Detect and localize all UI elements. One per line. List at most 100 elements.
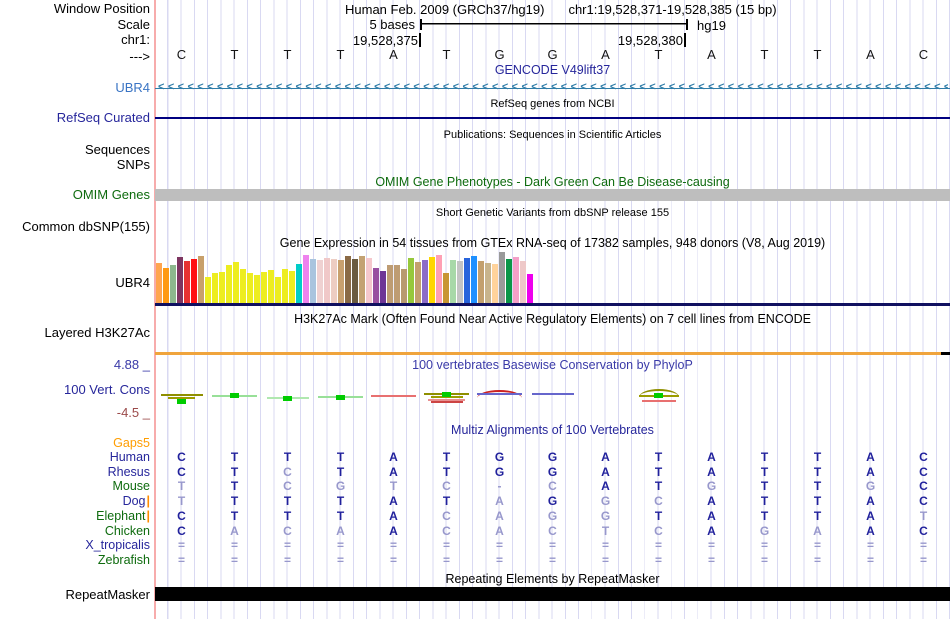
alignment-base[interactable]: C [526,524,579,538]
gtex-tissue-bar[interactable] [295,264,302,303]
alignment-base[interactable]: G [685,479,738,493]
publications-track-title[interactable]: Publications: Sequences in Scientific Ar… [155,129,950,142]
species-label-dog[interactable]: Dog| [0,494,150,508]
alignment-base[interactable]: A [208,524,261,538]
gtex-tissue-bar[interactable] [386,265,393,303]
gtex-tissue-bar[interactable] [519,261,526,303]
alignment-base[interactable]: T [314,494,367,508]
alignment-base[interactable]: A [685,524,738,538]
gtex-tissue-bar[interactable] [372,268,379,303]
gtex-tissue-bar[interactable] [505,259,512,303]
gtex-tissue-bar[interactable] [400,269,407,303]
h3k27ac-signal-line[interactable] [155,352,941,355]
gtex-tissue-bar[interactable] [470,256,477,303]
gtex-tissue-bar[interactable] [204,277,211,303]
alignment-base[interactable]: T [632,450,685,464]
alignment-base[interactable]: T [261,450,314,464]
alignment-base[interactable]: T [738,479,791,493]
conservation-mark[interactable] [532,393,574,395]
conservation-mark[interactable] [230,393,239,398]
alignment-base[interactable]: = [738,553,791,567]
alignment-base[interactable]: A [473,524,526,538]
alignment-base[interactable]: C [155,524,208,538]
alignment-base[interactable]: = [844,553,897,567]
alignment-base[interactable]: G [738,524,791,538]
alignment-base[interactable]: = [844,538,897,552]
alignment-base[interactable]: = [738,538,791,552]
alignment-base[interactable]: C [261,465,314,479]
gtex-tissue-bar[interactable] [526,274,533,303]
alignment-base[interactable]: C [526,479,579,493]
alignment-base[interactable]: C [261,479,314,493]
gtex-tissue-bar[interactable] [484,263,491,303]
alignment-base[interactable]: G [579,509,632,523]
alignment-base[interactable]: T [791,479,844,493]
gtex-track-title[interactable]: Gene Expression in 54 tissues from GTEx … [155,237,950,250]
alignment-base[interactable]: C [261,524,314,538]
alignment-base[interactable]: G [473,450,526,464]
alignment-base[interactable]: = [420,553,473,567]
alignment-base[interactable]: A [844,450,897,464]
alignment-base[interactable]: A [685,465,738,479]
alignment-base[interactable]: C [897,465,950,479]
gtex-tissue-bar[interactable] [281,269,288,303]
gtex-tissue-bar[interactable] [225,265,232,303]
conservation-mark[interactable] [177,399,186,404]
species-label-human[interactable]: Human [0,450,150,464]
phylop-track-title[interactable]: 100 vertebrates Basewise Conservation by… [155,359,950,372]
alignment-base[interactable]: T [632,479,685,493]
dbsnp-label[interactable]: Common dbSNP(155) [0,220,150,234]
alignment-base[interactable]: T [791,465,844,479]
conservation-mark[interactable] [442,392,451,397]
gtex-tissue-bar[interactable] [414,262,421,303]
gtex-tissue-bar[interactable] [421,260,428,303]
repeatmasker-element-bar[interactable] [155,587,950,601]
alignment-base[interactable]: C [897,524,950,538]
refseq-curated-label[interactable]: RefSeq Curated [0,111,150,125]
alignment-base[interactable]: C [420,509,473,523]
alignment-base[interactable]: = [261,538,314,552]
alignment-base[interactable]: = [526,538,579,552]
alignment-base[interactable]: A [844,465,897,479]
gencode-track-title[interactable]: GENCODE V49lift37 [155,64,950,77]
alignment-base[interactable]: = [579,538,632,552]
alignment-base[interactable]: T [420,465,473,479]
gtex-tissue-bar[interactable] [309,259,316,303]
species-label-rhesus[interactable]: Rhesus [0,465,150,479]
gtex-tissue-bar[interactable] [232,262,239,303]
dbsnp-track-title[interactable]: Short Genetic Variants from dbSNP releas… [155,207,950,220]
species-label-zebrafish[interactable]: Zebrafish [0,553,150,567]
omim-track-title[interactable]: OMIM Gene Phenotypes - Dark Green Can Be… [155,176,950,189]
gtex-tissue-bar[interactable] [267,270,274,303]
refseq-gene-line[interactable] [155,117,950,119]
alignment-base[interactable]: A [579,465,632,479]
gtex-tissue-bar[interactable] [274,277,281,303]
alignment-base[interactable]: = [579,553,632,567]
gtex-tissue-bar[interactable] [169,265,176,303]
alignment-base[interactable]: = [473,538,526,552]
alignment-base[interactable]: T [738,494,791,508]
gtex-tissue-bar[interactable] [323,258,330,303]
alignment-base[interactable]: = [526,553,579,567]
alignment-base[interactable]: = [208,538,261,552]
gtex-tissue-bar[interactable] [393,265,400,303]
alignment-base[interactable]: T [632,509,685,523]
alignment-base[interactable]: A [685,509,738,523]
alignment-base[interactable]: T [791,509,844,523]
alignment-base[interactable]: = [367,553,420,567]
alignment-base[interactable]: G [526,494,579,508]
alignment-base[interactable]: = [314,538,367,552]
alignment-base[interactable]: T [738,465,791,479]
gtex-tissue-bar[interactable] [365,258,372,303]
multiz-track-title[interactable]: Multiz Alignments of 100 Vertebrates [155,424,950,437]
omim-gene-bar[interactable] [155,189,950,201]
gtex-tissue-bar[interactable] [344,256,351,303]
gtex-tissue-bar[interactable] [435,255,442,303]
gtex-tissue-bar[interactable] [190,259,197,303]
alignment-base[interactable]: G [314,479,367,493]
species-label-mouse[interactable]: Mouse [0,479,150,493]
gtex-tissue-bar[interactable] [218,272,225,303]
gtex-tissue-bar[interactable] [358,256,365,303]
refseq-track-title[interactable]: RefSeq genes from NCBI [155,98,950,111]
alignment-base[interactable]: T [314,450,367,464]
